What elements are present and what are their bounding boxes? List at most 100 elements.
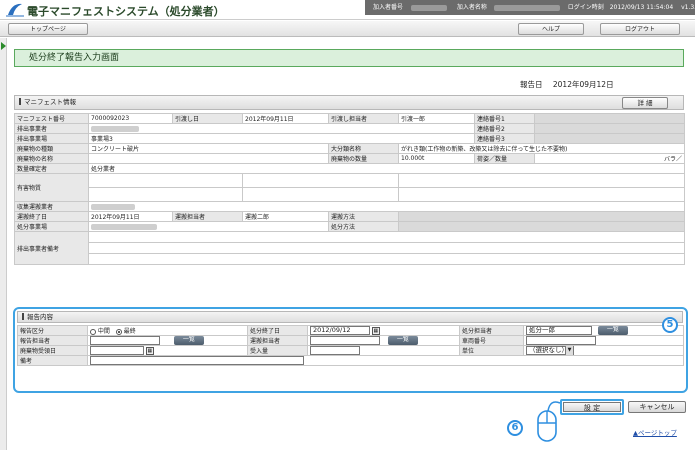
value-waste-type: コンクリート破片 xyxy=(88,143,329,154)
receive-date-input[interactable] xyxy=(90,346,144,355)
top-page-button[interactable]: トップページ xyxy=(8,23,88,35)
label-waste-qty: 廃棄物の数量 xyxy=(328,153,399,164)
remarks-row-3 xyxy=(88,253,685,265)
reporter-cell: 一覧 xyxy=(87,335,248,346)
value-delivery-person: 引渡一郎 xyxy=(398,113,475,124)
value-transport-method xyxy=(398,211,685,222)
cancel-button[interactable]: キャンセル xyxy=(628,401,686,413)
section-bar-icon xyxy=(22,313,24,320)
label-delivery-person: 引渡し担当者 xyxy=(328,113,399,124)
version: v1.3.63 xyxy=(681,4,695,11)
value-waste-qty: 10.000t xyxy=(398,153,475,164)
label-reporter: 報告担当者 xyxy=(17,335,88,346)
remarks-cell xyxy=(87,355,684,366)
app-title: 電子マニフェストシステム（処分業者） xyxy=(27,5,225,18)
label-emitter-remarks: 排出事業者備考 xyxy=(14,231,89,265)
label-qty-confirmer: 数量確定者 xyxy=(14,163,89,174)
report-section-header: 報告内容 xyxy=(17,311,683,323)
set-button-frame[interactable]: 設 定 xyxy=(560,399,624,415)
label-contact3: 連絡番号3 xyxy=(474,133,535,144)
report-date-label: 報告日 xyxy=(520,80,543,89)
value-waste-name xyxy=(88,153,329,164)
help-button[interactable]: ヘルプ xyxy=(518,23,584,35)
page-top-label: ページトップ xyxy=(638,429,677,437)
calendar-icon[interactable]: ▦ xyxy=(371,326,380,335)
label-delivery-date: 引渡し日 xyxy=(172,113,243,124)
radio-final[interactable] xyxy=(115,328,122,335)
hazard-cell-3 xyxy=(398,173,685,188)
app-header: 電子マニフェストシステム（処分業者） 加入者番号 加入者名称 ログイン時刻 20… xyxy=(0,0,695,20)
step-6-marker: 6 xyxy=(507,420,523,436)
value-disposal-method xyxy=(398,221,685,232)
label-waste-name: 廃棄物の名称 xyxy=(14,153,89,164)
manifest-section-header: マニフェスト情報 xyxy=(14,95,684,110)
value-emitter-site: 事業場3 xyxy=(88,133,475,144)
page-top-link[interactable]: ▲ページトップ xyxy=(633,427,677,437)
side-toggle-strip[interactable] xyxy=(0,38,7,450)
remarks-input[interactable] xyxy=(90,356,304,365)
label-emitter-site: 排出事業場 xyxy=(14,133,89,144)
receive-qty-input[interactable] xyxy=(310,346,360,355)
report-date-value: 2012年09月12日 xyxy=(552,80,614,89)
user-info-bar: 加入者番号 加入者名称 ログイン時刻 2012/09/13 11:54:04 v… xyxy=(365,0,695,15)
label-remarks: 備考 xyxy=(17,355,88,366)
radio-final-label: 最終 xyxy=(123,328,136,335)
value-contact2 xyxy=(534,123,685,134)
page-title: 処分終了報告入力画面 xyxy=(14,49,684,67)
chevron-down-icon[interactable]: ▼ xyxy=(565,346,573,355)
section-bar-icon xyxy=(19,98,21,105)
transport-person-lookup-button[interactable]: 一覧 xyxy=(387,336,418,345)
jwnet-logo xyxy=(6,3,24,17)
label-emitter: 排出事業者 xyxy=(14,123,89,134)
hazard-cell-4 xyxy=(88,187,243,202)
label-transport-person: 運搬担当者 xyxy=(172,211,243,222)
value-qty-confirmer: 処分業者 xyxy=(88,163,685,174)
reporter-input[interactable] xyxy=(90,336,160,345)
remarks-row-1 xyxy=(88,231,685,243)
label-disposal-end-date: 処分終了日 xyxy=(247,325,308,336)
login-time: ログイン時刻 2012/09/13 11:54:04 xyxy=(567,4,674,11)
value-contact3 xyxy=(534,133,685,144)
disposal-end-date-input[interactable]: 2012/09/12 xyxy=(310,326,370,335)
expand-arrow-icon[interactable] xyxy=(1,42,6,50)
disposal-person-cell: 処分一郎 一覧 xyxy=(523,325,684,336)
report-date: 報告日 2012年09月12日 xyxy=(520,79,614,90)
transport-person-input[interactable] xyxy=(310,336,380,345)
hazard-cell-5 xyxy=(242,187,399,202)
value-collector xyxy=(88,201,685,212)
vehicle-no-input[interactable] xyxy=(526,336,596,345)
reporter-lookup-button[interactable]: 一覧 xyxy=(173,336,204,345)
unit-cell: （選択なし） ▼ xyxy=(523,345,684,356)
value-transport-end: 2012年09月11日 xyxy=(88,211,173,222)
receive-date-cell: ▦ xyxy=(87,345,248,356)
member-no-label: 加入者番号 xyxy=(373,4,404,11)
disposal-person-lookup-button[interactable]: 一覧 xyxy=(597,326,628,335)
value-disposal-site xyxy=(88,221,329,232)
label-vehicle-no: 車両番号 xyxy=(459,335,524,346)
manifest-table: マニフェスト番号 7000092023 引渡し日 2012年09月11日 引渡し… xyxy=(14,113,685,265)
label-manifest-no: マニフェスト番号 xyxy=(14,113,89,124)
vehicle-no-cell xyxy=(523,335,684,346)
value-category-name: がれき類(工作物の新築、改築又は除去に伴って生じた不要物) xyxy=(398,143,685,154)
logout-button[interactable]: ログアウト xyxy=(600,23,680,35)
label-transport-end: 運搬終了日 xyxy=(14,211,89,222)
label-disposal-method: 処分方法 xyxy=(328,221,399,232)
radio-mid-label: 中間 xyxy=(97,328,110,335)
member-no-value xyxy=(410,4,447,11)
disposal-person-input[interactable]: 処分一郎 xyxy=(526,326,592,335)
nav-bar: トップページ ヘルプ ログアウト xyxy=(0,21,695,37)
remarks-row-2 xyxy=(88,242,685,254)
set-button[interactable]: 設 定 xyxy=(563,402,621,412)
radio-mid[interactable] xyxy=(90,328,96,335)
label-report-type: 報告区分 xyxy=(17,325,88,336)
label-contact1: 連絡番号1 xyxy=(474,113,535,124)
report-type-radios: 中間 最終 xyxy=(87,325,248,336)
hazard-cell-1 xyxy=(88,173,243,188)
calendar-icon[interactable]: ▦ xyxy=(145,346,154,355)
label-waste-type: 廃棄物の種類 xyxy=(14,143,89,154)
detail-button[interactable]: 詳 細 xyxy=(622,97,668,109)
value-contact1 xyxy=(534,113,685,124)
label-receive-qty: 受入量 xyxy=(247,345,308,356)
label-disposal-site: 処分事業場 xyxy=(14,221,89,232)
unit-select[interactable]: （選択なし） ▼ xyxy=(526,346,574,355)
